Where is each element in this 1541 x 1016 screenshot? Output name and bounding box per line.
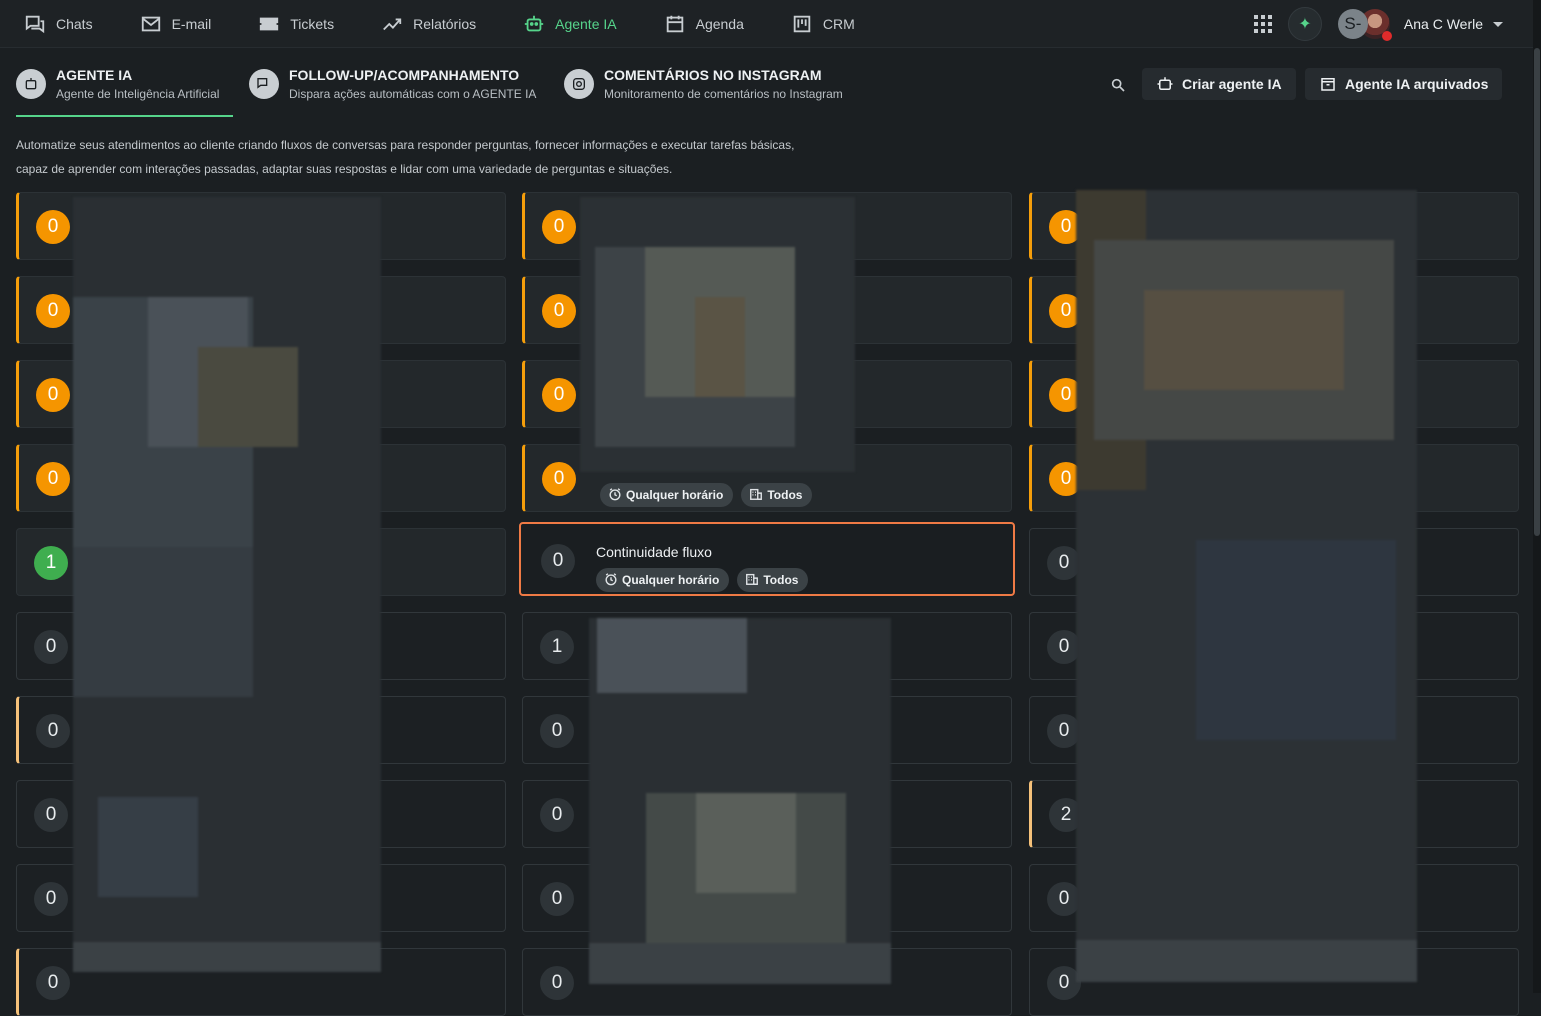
robot-icon	[1157, 77, 1173, 90]
schedule-chip: Qualquer horário	[600, 483, 734, 507]
conversation-count-badge: 0	[36, 378, 70, 412]
conversation-count-badge: 0	[541, 544, 575, 578]
tab-subtitle: Agente de Inteligência Artificial	[56, 87, 220, 101]
page-description: Automatize seus atendimentos ao cliente …	[16, 133, 876, 181]
user-area: ✦ S- Ana C Werle	[1252, 0, 1503, 48]
tab-subtitle: Monitoramento de comentários no Instagra…	[604, 87, 843, 101]
conversation-count-badge: 0	[36, 714, 70, 748]
nav-item-email[interactable]: E-mail	[140, 0, 212, 48]
tab-subtitle: Dispara ações automáticas com o AGENTE I…	[289, 87, 537, 101]
redacted-area	[589, 618, 891, 984]
create-agent-button[interactable]: Criar agente IA	[1142, 68, 1296, 100]
tab-title: FOLLOW-UP/ACOMPANHAMENTO	[289, 67, 520, 83]
chip-label: Todos	[767, 488, 803, 502]
description-line: Automatize seus atendimentos ao cliente …	[16, 138, 795, 152]
tab-title: COMENTÁRIOS NO INSTAGRAM	[604, 67, 822, 83]
nav-item-chats[interactable]: Chats	[24, 0, 93, 48]
nav-label: E-mail	[171, 15, 212, 32]
building-icon	[745, 572, 759, 589]
robot-icon	[16, 69, 46, 99]
chat-icon	[249, 69, 279, 99]
description-line: capaz de aprender com interações passada…	[16, 162, 673, 176]
search-icon[interactable]	[1110, 77, 1126, 93]
department-chip: Todos	[737, 568, 809, 592]
robot-icon	[524, 15, 544, 31]
chart-line-icon	[383, 18, 402, 30]
department-chip: Todos	[741, 483, 813, 507]
redacted-area	[1076, 190, 1417, 982]
conversation-count-badge: 0	[34, 630, 68, 664]
chevron-down-icon[interactable]	[1493, 21, 1503, 27]
archive-icon	[1321, 78, 1335, 91]
alarm-icon	[604, 572, 618, 589]
nav-label: Relatórios	[413, 15, 477, 32]
nav-item-agenda[interactable]: Agenda	[664, 0, 744, 48]
redacted-area	[73, 197, 381, 972]
conversation-count-badge: 0	[542, 210, 576, 244]
top-navigation-bar: Chats E-mail Tickets Relatórios Agente I…	[0, 0, 1533, 48]
conversation-count-badge: 0	[34, 882, 68, 916]
main-nav: Chats E-mail Tickets Relatórios Agente I…	[0, 0, 902, 48]
nav-item-agente-ia[interactable]: Agente IA	[523, 0, 617, 48]
conversation-count-badge: 0	[542, 462, 576, 496]
scrollbar-thumb[interactable]	[1534, 48, 1540, 536]
building-icon	[749, 487, 763, 504]
nav-label: Agenda	[695, 15, 744, 32]
tab-title: AGENTE IA	[56, 67, 133, 83]
conversation-count-badge: 0	[36, 210, 70, 244]
nav-item-crm[interactable]: CRM	[791, 0, 855, 48]
apps-grid-icon[interactable]	[1252, 13, 1274, 35]
company-avatar[interactable]: S-	[1337, 9, 1368, 39]
chip-label: Qualquer horário	[622, 573, 720, 587]
section-tabs: AGENTE IA Agente de Inteligência Artifici…	[16, 60, 859, 117]
scrollbar[interactable]	[1533, 0, 1541, 993]
kanban-icon	[793, 15, 811, 32]
conversation-count-badge: 0	[540, 714, 574, 748]
button-label: Agente IA arquivados	[1345, 76, 1489, 92]
redacted-area	[580, 197, 855, 472]
agent-name: Continuidade fluxo	[596, 544, 712, 560]
conversation-count-badge: 0	[36, 462, 70, 496]
agent-chips: Qualquer horário Todos	[596, 568, 809, 592]
agent-chips: Qualquer horário Todos	[600, 483, 813, 507]
archived-agents-button[interactable]: Agente IA arquivados	[1305, 68, 1503, 100]
instagram-icon	[564, 69, 594, 99]
conversation-count-badge: 1	[540, 630, 574, 664]
ticket-icon	[260, 17, 279, 30]
conversation-count-badge: 0	[540, 882, 574, 916]
calendar-icon	[666, 15, 683, 32]
conversation-count-badge: 0	[36, 294, 70, 328]
nav-label: CRM	[822, 15, 855, 32]
tab-follow-up[interactable]: FOLLOW-UP/ACOMPANHAMENTO Dispara ações au…	[249, 60, 548, 117]
user-name[interactable]: Ana C Werle	[1404, 16, 1483, 32]
schedule-chip: Qualquer horário	[596, 568, 730, 592]
chip-label: Todos	[763, 573, 799, 587]
conversation-count-badge: 0	[34, 798, 68, 832]
conversation-count-badge: 1	[34, 546, 68, 580]
agent-card[interactable]: 0 Continuidade fluxo Qualquer horário Todos	[519, 522, 1015, 596]
nav-label: Tickets	[290, 15, 335, 32]
conversation-count-badge: 0	[36, 966, 70, 1000]
nav-label: Chats	[56, 15, 93, 32]
tab-agente-ia[interactable]: AGENTE IA Agente de Inteligência Artifici…	[16, 60, 233, 117]
alarm-icon	[608, 487, 622, 504]
tab-instagram[interactable]: COMENTÁRIOS NO INSTAGRAM Monitoramento de…	[564, 60, 843, 117]
conversation-count-badge: 0	[542, 294, 576, 328]
nav-item-tickets[interactable]: Tickets	[258, 0, 334, 48]
sparkle-icon[interactable]: ✦	[1287, 7, 1322, 41]
mail-icon	[141, 16, 160, 31]
conversation-count-badge: 0	[540, 798, 574, 832]
conversation-count-badge: 0	[542, 378, 576, 412]
conversation-count-badge: 0	[540, 966, 574, 1000]
chat-icon	[25, 15, 45, 33]
nav-label: Agente IA	[555, 15, 617, 32]
chip-label: Qualquer horário	[626, 488, 724, 502]
nav-item-relatorios[interactable]: Relatórios	[381, 0, 476, 48]
button-label: Criar agente IA	[1182, 76, 1282, 92]
